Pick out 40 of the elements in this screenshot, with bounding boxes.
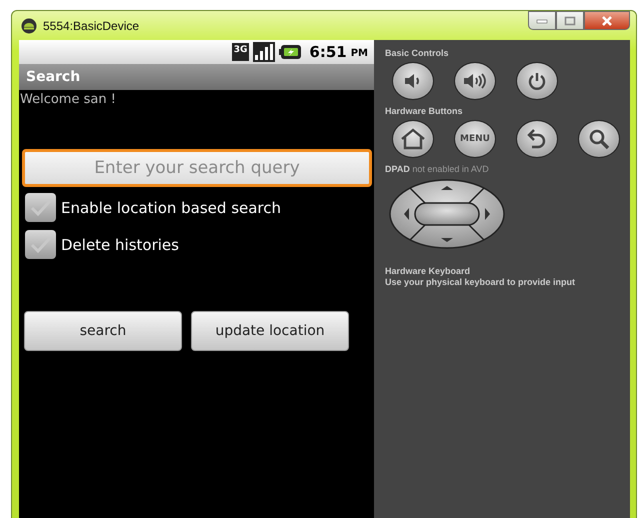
back-icon bbox=[527, 128, 547, 150]
network-icon: 3G bbox=[232, 43, 250, 61]
minimize-icon bbox=[536, 18, 548, 24]
signal-icon bbox=[253, 42, 276, 62]
action-button[interactable]: search bbox=[24, 311, 182, 351]
action-button[interactable]: update location bbox=[191, 311, 349, 351]
search-button[interactable] bbox=[578, 120, 620, 158]
maximize-button[interactable] bbox=[556, 11, 584, 30]
app-title: Search bbox=[26, 69, 80, 85]
maximize-icon bbox=[564, 16, 576, 26]
home-button[interactable] bbox=[392, 120, 434, 158]
menu-button[interactable]: MENU bbox=[454, 120, 496, 158]
back-button[interactable] bbox=[516, 120, 558, 158]
checkbox[interactable] bbox=[25, 230, 56, 259]
search-icon bbox=[588, 128, 610, 150]
keyboard-hint: Use your physical keyboard to provide input bbox=[385, 277, 576, 288]
clock-period: PM bbox=[350, 48, 368, 59]
welcome-text: Welcome san ! bbox=[20, 92, 117, 107]
volume-button[interactable] bbox=[392, 62, 434, 100]
close-icon bbox=[600, 16, 614, 26]
checkbox-label: Delete histories bbox=[61, 236, 179, 254]
section-label: Basic Controls bbox=[385, 48, 450, 58]
keyboard-title: Hardware Keyboard bbox=[385, 266, 472, 277]
search-field[interactable]: Enter your search query bbox=[22, 149, 372, 187]
home-icon bbox=[400, 128, 426, 150]
section-label: DPAD not enabled in AVD bbox=[385, 164, 490, 174]
dpad-drawing[interactable] bbox=[388, 178, 506, 250]
section-label: Hardware Buttons bbox=[385, 106, 464, 116]
clock: 6:51 bbox=[309, 43, 347, 61]
battery-icon bbox=[279, 45, 302, 59]
volume-button[interactable] bbox=[454, 62, 496, 100]
power-icon bbox=[528, 72, 546, 90]
checkbox-label: Enable location based search bbox=[61, 198, 282, 216]
power-button[interactable] bbox=[516, 62, 558, 100]
loud-speaker-icon bbox=[463, 72, 487, 90]
minimize-button[interactable] bbox=[528, 11, 556, 30]
android-icon bbox=[21, 18, 37, 34]
window-title: 5554:BasicDevice bbox=[43, 18, 140, 32]
close-button[interactable] bbox=[584, 11, 630, 30]
checkbox[interactable] bbox=[25, 193, 56, 222]
